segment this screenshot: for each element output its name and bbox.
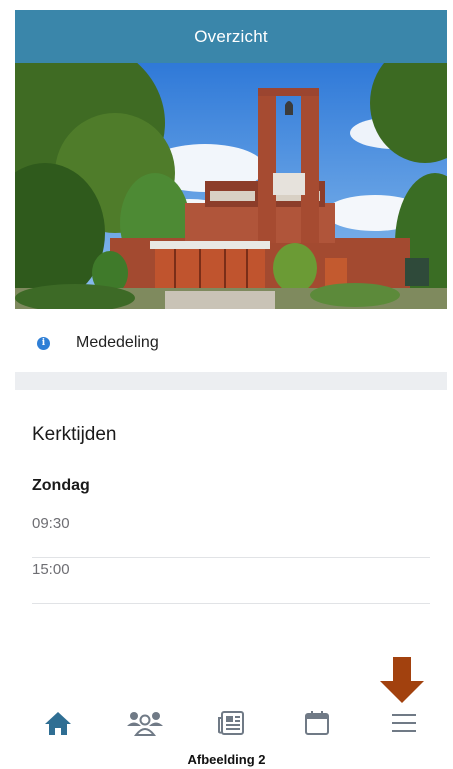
annotation-arrow-down-icon	[380, 657, 424, 703]
day-label: Zondag	[32, 477, 90, 494]
tab-news[interactable]	[201, 703, 261, 743]
tab-calendar[interactable]	[287, 703, 347, 743]
newspaper-icon	[217, 710, 244, 735]
app-screen: Overzicht i Mededeling Kerktijden Zondag…	[15, 10, 447, 745]
service-time-row: 15:00	[32, 558, 430, 604]
calendar-icon	[305, 710, 330, 735]
home-icon	[45, 711, 72, 735]
info-icon: i	[37, 336, 50, 350]
menu-icon	[391, 713, 416, 732]
tab-home[interactable]	[28, 703, 88, 743]
church-photo	[15, 63, 447, 309]
bottom-tab-bar	[15, 700, 447, 745]
section-divider	[15, 372, 447, 390]
tab-members[interactable]	[115, 703, 175, 743]
church-times-title: Kerktijden	[32, 424, 117, 445]
service-time-row: 09:30	[32, 512, 430, 558]
header-title: Overzicht	[194, 26, 268, 46]
tab-menu[interactable]	[374, 703, 434, 743]
figure-caption: Afbeelding 2	[187, 752, 266, 767]
app-header: Overzicht	[15, 10, 447, 63]
church-photo-image	[15, 63, 447, 309]
people-icon	[126, 711, 163, 736]
announcement-row[interactable]: i Mededeling	[15, 320, 447, 366]
announcement-label: Mededeling	[76, 334, 159, 351]
